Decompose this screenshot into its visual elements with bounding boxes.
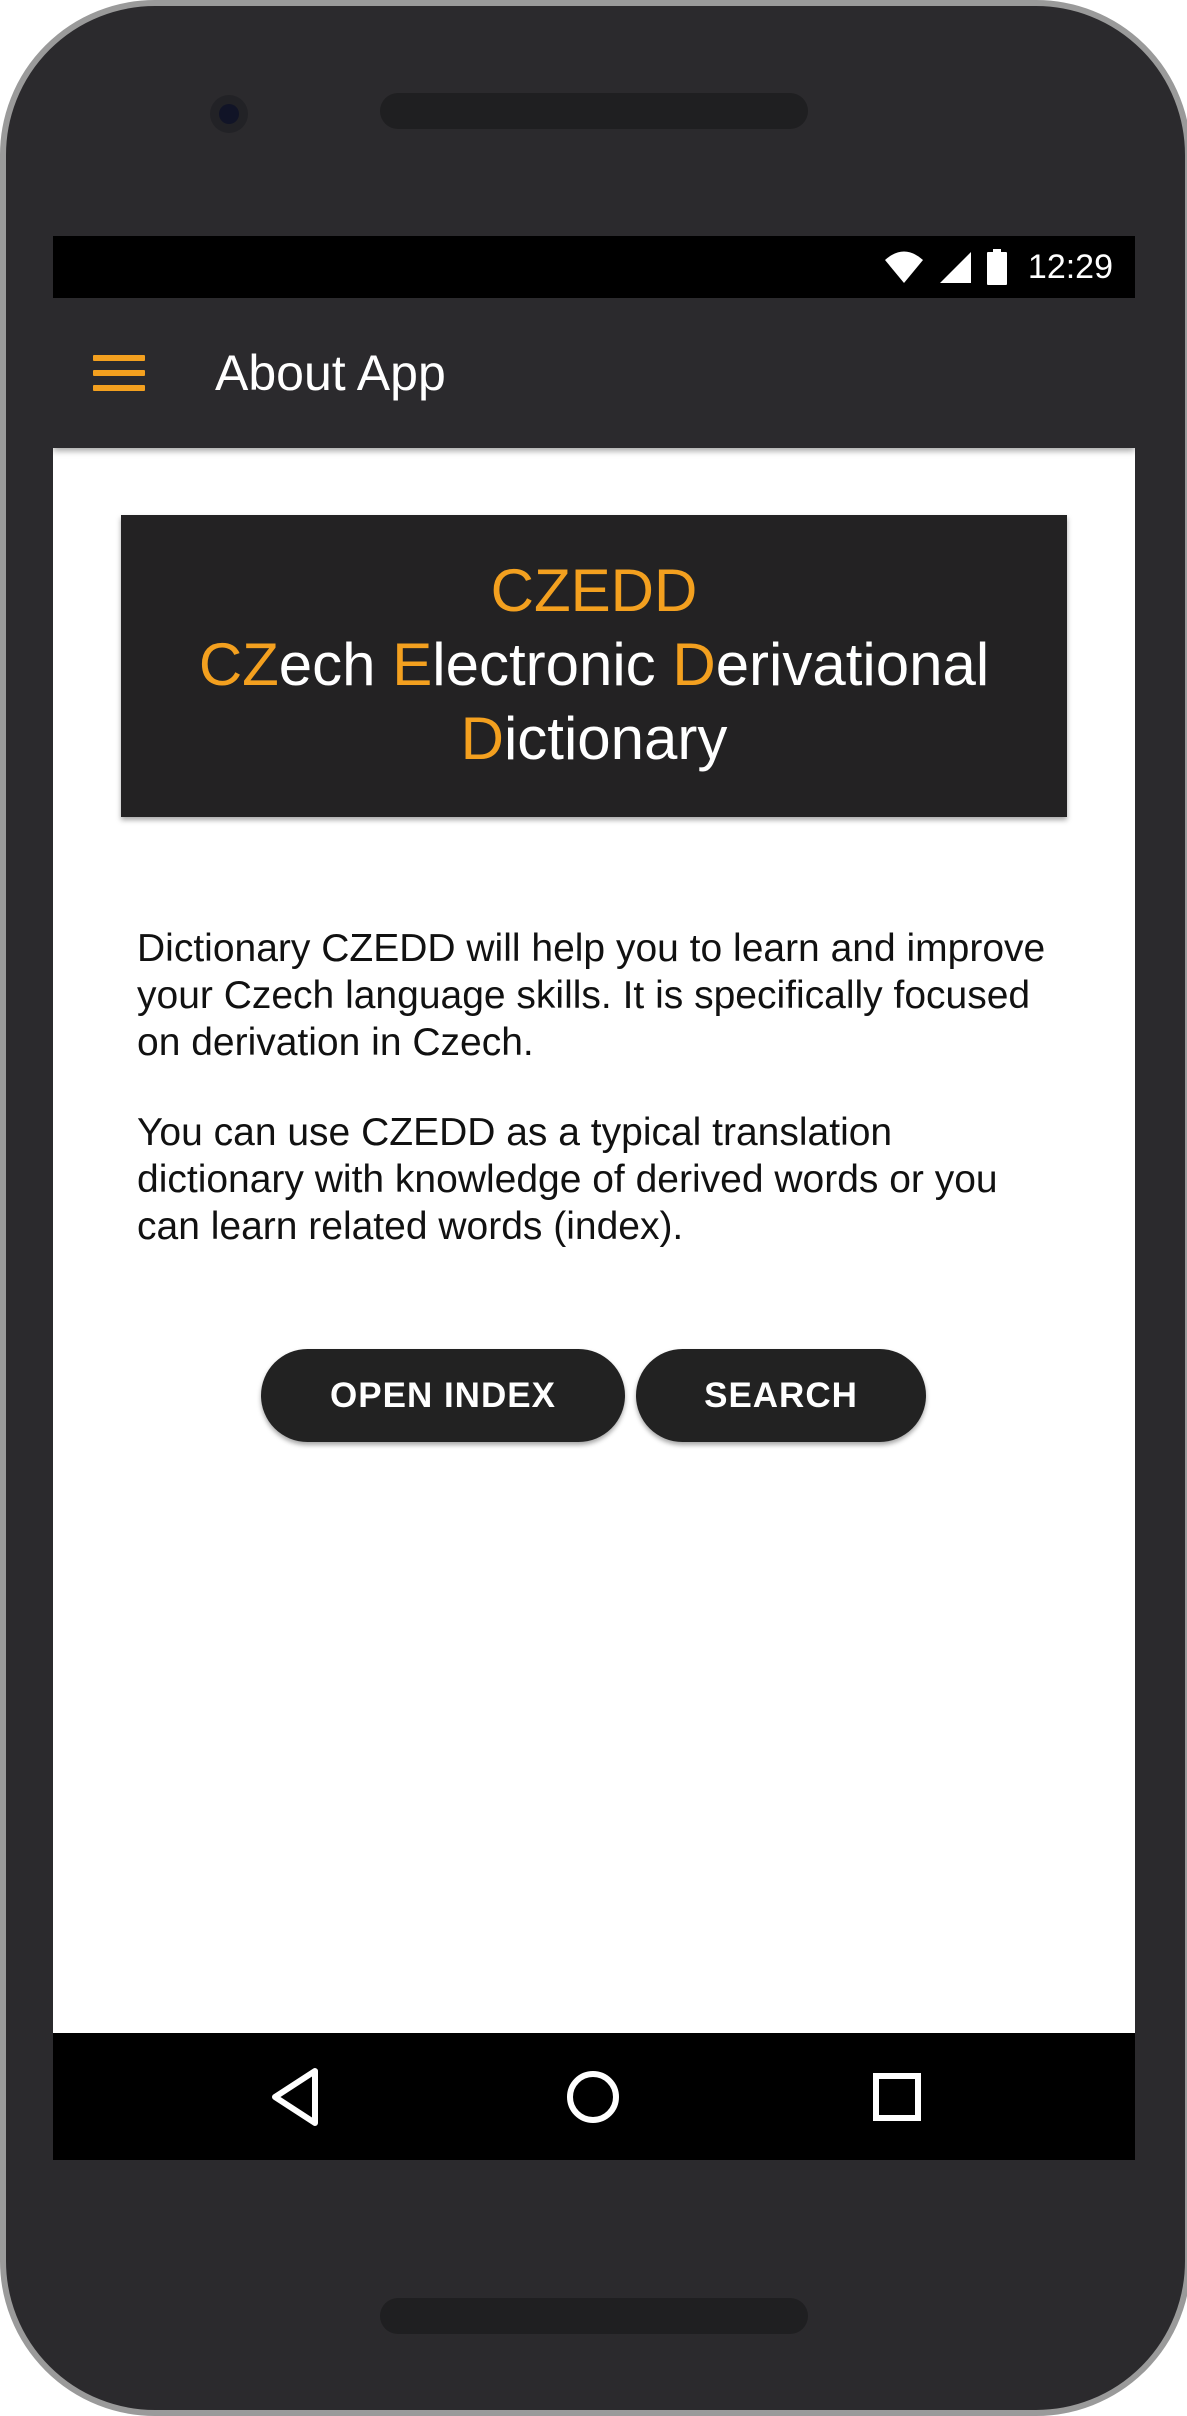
banner-text-segment: ech [278, 631, 393, 698]
banner-acronym: CZEDD [490, 557, 698, 624]
navigation-bar [53, 2033, 1135, 2160]
app-bar: About App [53, 298, 1135, 448]
screen: 12:29 About App CZEDD CZech Electronic D… [53, 236, 1135, 2160]
menu-icon[interactable] [93, 351, 149, 395]
recents-icon[interactable] [863, 2063, 931, 2131]
page-title: About App [215, 345, 446, 401]
banner-text-segment: erivational [715, 631, 990, 698]
status-icons: 12:29 [884, 236, 1113, 298]
phone-frame: 12:29 About App CZEDD CZech Electronic D… [0, 0, 1187, 2416]
banner-accent-segment: D [672, 631, 716, 698]
banner-text-segment: lectronic [432, 631, 673, 698]
description-paragraph-1: Dictionary CZEDD will help you to learn … [137, 927, 1046, 1064]
back-icon[interactable] [263, 2063, 331, 2131]
status-bar: 12:29 [53, 236, 1135, 298]
banner-fullname-line1: CZech Electronic Derivational [121, 628, 1067, 702]
bottom-speaker [380, 2298, 808, 2334]
banner-text-segment: ictionary [503, 705, 728, 772]
cell-signal-icon [939, 252, 971, 283]
description-paragraph-2: You can use CZEDD as a typical translati… [137, 1111, 998, 1248]
app-banner: CZEDD CZech Electronic Derivational Dict… [121, 515, 1067, 817]
wifi-icon [884, 251, 923, 283]
front-camera [210, 95, 248, 133]
banner-accent-segment: CZ [198, 631, 279, 698]
earpiece-speaker [380, 93, 808, 129]
search-button[interactable]: SEARCH [636, 1349, 926, 1442]
battery-icon [986, 249, 1007, 285]
banner-accent-segment: E [392, 631, 433, 698]
main-content: CZEDD CZech Electronic Derivational Dict… [53, 448, 1135, 2033]
status-time: 12:29 [1027, 247, 1113, 286]
banner-accent-segment: D [460, 705, 504, 772]
open-index-button[interactable]: OPEN INDEX [261, 1349, 625, 1442]
banner-fullname-line2: Dictionary [121, 702, 1067, 776]
home-icon[interactable] [559, 2063, 627, 2131]
